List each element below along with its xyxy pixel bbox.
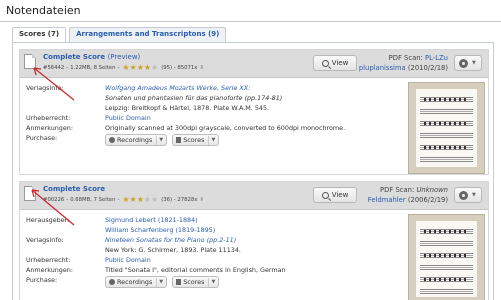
annotation-arrows xyxy=(31,67,75,226)
annotation-arrow xyxy=(31,189,75,226)
annotation-arrow xyxy=(33,67,75,101)
